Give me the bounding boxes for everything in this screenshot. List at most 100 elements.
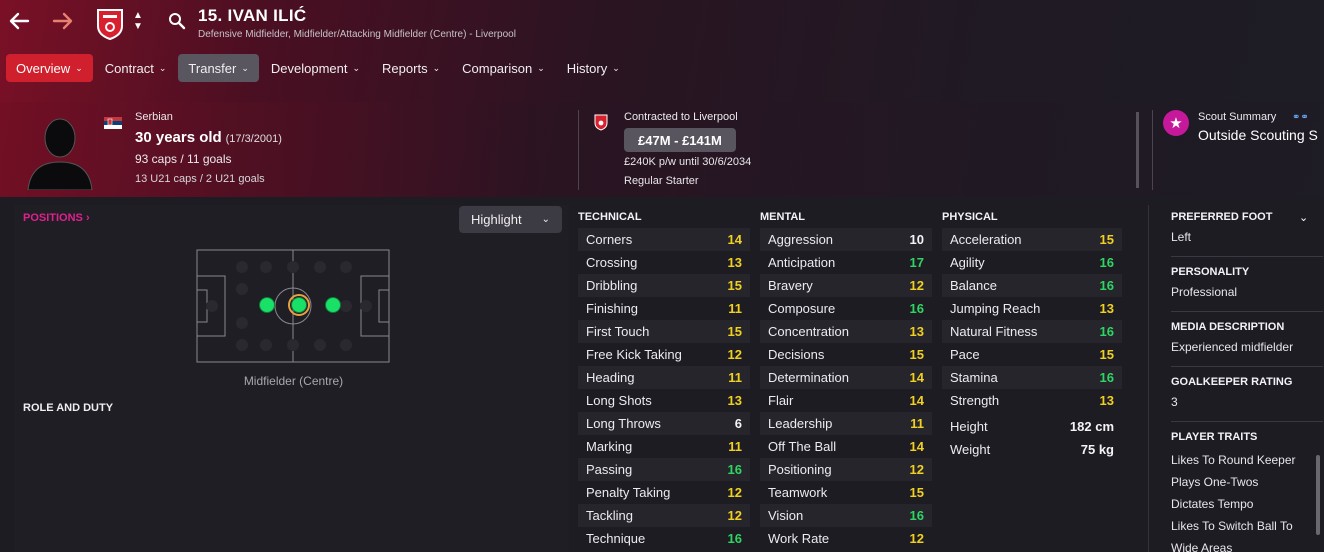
chevron-down-icon: ⌄ [537,62,545,73]
technical-attributes: Corners 14 Crossing 13 Dribbling 15 Finishi… [578,228,750,550]
player-switch-icon[interactable]: ▲ ▼ [133,10,143,32]
attribute-value: 17 [909,255,924,270]
attribute-row[interactable]: Acceleration 15 [942,228,1122,251]
attribute-value: 15 [727,278,742,293]
chevron-down-icon[interactable]: ⌄ [1299,211,1308,224]
attribute-name: Tackling [586,508,633,523]
attribute-value: 14 [909,370,924,385]
attribute-row[interactable]: Natural Fitness 16 [942,320,1122,343]
nationality-text: Serbian [135,111,173,123]
attribute-row[interactable]: Positioning 12 [760,458,932,481]
tab-comparison[interactable]: Comparison ⌄ [452,54,555,82]
attribute-row[interactable]: Tackling 12 [578,504,750,527]
attribute-row[interactable]: Heading 11 [578,366,750,389]
caps-text: 93 caps / 11 goals [135,152,232,166]
attribute-row[interactable]: Flair 14 [760,389,932,412]
attribute-name: Corners [586,232,633,247]
transfer-value-badge[interactable]: £47M - £141M [624,128,736,152]
attribute-row[interactable]: Stamina 16 [942,366,1122,389]
mental-heading: MENTAL [760,211,806,223]
squad-status-text: Regular Starter [624,175,699,187]
attribute-row[interactable]: Bravery 12 [760,274,932,297]
tab-label: Overview [16,60,71,76]
attribute-value: 12 [727,347,742,362]
highlight-dropdown[interactable]: Highlight ⌄ [459,206,562,233]
attribute-name: Long Throws [586,416,661,431]
attribute-row[interactable]: Corners 14 [578,228,750,251]
attribute-row[interactable]: Strength 13 [942,389,1122,412]
attribute-row[interactable]: Penalty Taking 12 [578,481,750,504]
attribute-row[interactable]: Teamwork 15 [760,481,932,504]
attribute-value: 15 [909,485,924,500]
attribute-row[interactable]: Determination 14 [760,366,932,389]
attribute-row[interactable]: Pace 15 [942,343,1122,366]
attribute-row[interactable]: Crossing 13 [578,251,750,274]
height-label: Height [950,419,988,434]
attribute-row[interactable]: Jumping Reach 13 [942,297,1122,320]
attribute-value: 13 [1099,393,1114,408]
attribute-row[interactable]: Anticipation 17 [760,251,932,274]
tab-reports[interactable]: Reports ⌄ [372,54,450,82]
attribute-row[interactable]: First Touch 15 [578,320,750,343]
attribute-value: 12 [909,462,924,477]
tab-development[interactable]: Development ⌄ [261,54,370,82]
attribute-row[interactable]: Balance 16 [942,274,1122,297]
attribute-row[interactable]: Technique 16 [578,527,750,550]
attribute-value: 16 [727,531,742,546]
attribute-value: 14 [909,439,924,454]
tab-contract[interactable]: Contract ⌄ [95,54,177,82]
positions-link[interactable]: POSITIONS › [23,212,90,224]
chevron-down-icon: ⌄ [241,62,249,73]
attribute-row[interactable]: Work Rate 12 [760,527,932,550]
role-and-duty-label: ROLE AND DUTY [23,402,114,414]
tab-transfer[interactable]: Transfer ⌄ [178,54,259,82]
attribute-name: Teamwork [768,485,828,500]
highlight-label: Highlight [471,212,522,227]
attribute-name: Marking [586,439,633,454]
forward-arrow-icon[interactable] [52,10,74,36]
attribute-row[interactable]: Concentration 13 [760,320,932,343]
attribute-row[interactable]: Decisions 15 [760,343,932,366]
attribute-name: Decisions [768,347,825,362]
serbia-flag-icon [104,116,122,129]
details-scrollbar[interactable] [1316,455,1320,535]
tab-overview[interactable]: Overview ⌄ [6,54,93,82]
chevron-down-icon: ⌄ [541,214,550,225]
attribute-value: 15 [727,324,742,339]
attribute-row[interactable]: Composure 16 [760,297,932,320]
attribute-row[interactable]: Leadership 11 [760,412,932,435]
player-traits-label: PLAYER TRAITS [1171,431,1258,443]
separator [1171,366,1323,367]
binoculars-icon[interactable]: ⚭⚭ [1292,112,1309,123]
tab-history[interactable]: History ⌄ [557,54,630,82]
club-crest-icon[interactable] [96,8,124,41]
trait-item: Plays One-Twos [1171,475,1259,489]
attribute-row[interactable]: Long Throws 6 [578,412,750,435]
attribute-row[interactable]: Dribbling 15 [578,274,750,297]
chevron-down-icon: ⌄ [75,62,83,73]
attribute-row[interactable]: Vision 16 [760,504,932,527]
chevron-down-icon: ⌄ [432,62,441,73]
attribute-value: 6 [734,416,742,431]
trait-item: Likes To Round Keeper [1171,453,1296,467]
attribute-name: Stamina [950,370,998,385]
scroll-divider [1136,112,1139,188]
attribute-name: Penalty Taking [586,485,671,500]
attribute-row[interactable]: Marking 11 [578,435,750,458]
attribute-name: Technique [586,531,646,546]
attribute-row[interactable]: Free Kick Taking 12 [578,343,750,366]
attribute-row[interactable]: Agility 16 [942,251,1122,274]
attribute-row[interactable]: Finishing 11 [578,297,750,320]
weight-row: Weight 75 kg [942,438,1122,461]
divider [578,110,579,190]
attribute-value: 11 [728,439,742,454]
attribute-row[interactable]: Passing 16 [578,458,750,481]
search-icon[interactable] [168,12,186,35]
attribute-row[interactable]: Aggression 10 [760,228,932,251]
back-arrow-icon[interactable] [8,10,30,36]
attribute-row[interactable]: Off The Ball 14 [760,435,932,458]
attribute-row[interactable]: Long Shots 13 [578,389,750,412]
tab-label: Comparison [462,60,533,76]
tab-label: Development [270,60,348,76]
weight-value: 75 kg [1080,442,1114,457]
